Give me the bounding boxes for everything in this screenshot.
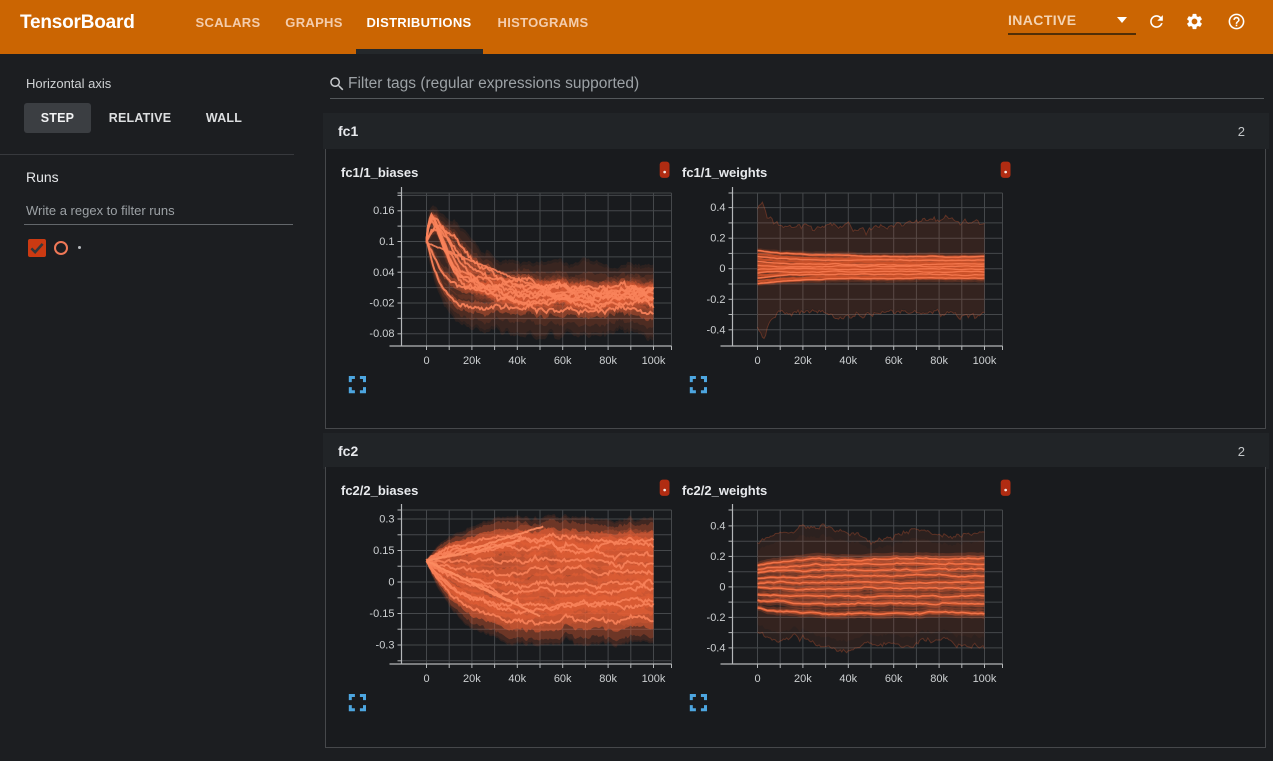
svg-text:fc1/1_weights: fc1/1_weights bbox=[682, 165, 767, 180]
svg-text:40k: 40k bbox=[839, 673, 857, 685]
svg-text:-0.08: -0.08 bbox=[369, 328, 394, 340]
svg-text:-0.2: -0.2 bbox=[707, 294, 726, 306]
svg-text:-0.2: -0.2 bbox=[707, 612, 726, 624]
svg-text:0.1: 0.1 bbox=[379, 236, 394, 248]
svg-text:60k: 60k bbox=[885, 355, 903, 367]
svg-text:60k: 60k bbox=[554, 673, 572, 685]
svg-text:100k: 100k bbox=[642, 673, 666, 685]
svg-text:0.4: 0.4 bbox=[710, 520, 725, 532]
svg-text:80k: 80k bbox=[599, 355, 617, 367]
svg-text:fc2/2_weights: fc2/2_weights bbox=[682, 483, 767, 498]
svg-text:-0.4: -0.4 bbox=[707, 642, 726, 654]
svg-text:100k: 100k bbox=[642, 355, 666, 367]
svg-text:60k: 60k bbox=[554, 355, 572, 367]
svg-text:0.16: 0.16 bbox=[373, 205, 394, 217]
svg-text:0.4: 0.4 bbox=[710, 202, 725, 214]
svg-text:0: 0 bbox=[388, 577, 394, 589]
svg-text:20k: 20k bbox=[794, 355, 812, 367]
svg-text:fc2/2_biases: fc2/2_biases bbox=[341, 483, 418, 498]
svg-text:0: 0 bbox=[423, 673, 429, 685]
svg-text:60k: 60k bbox=[885, 673, 903, 685]
svg-text:20k: 20k bbox=[463, 673, 481, 685]
svg-text:0.2: 0.2 bbox=[710, 233, 725, 245]
svg-text:20k: 20k bbox=[463, 355, 481, 367]
svg-text:fc1/1_biases: fc1/1_biases bbox=[341, 165, 418, 180]
svg-text:0: 0 bbox=[754, 673, 760, 685]
svg-text:-0.3: -0.3 bbox=[376, 640, 395, 652]
svg-text:0: 0 bbox=[719, 581, 725, 593]
svg-text:0: 0 bbox=[423, 355, 429, 367]
svg-text:0.3: 0.3 bbox=[379, 514, 394, 526]
svg-text:0: 0 bbox=[719, 263, 725, 275]
svg-text:0.2: 0.2 bbox=[710, 551, 725, 563]
svg-text:-0.02: -0.02 bbox=[369, 298, 394, 310]
svg-text:100k: 100k bbox=[973, 355, 997, 367]
svg-text:40k: 40k bbox=[839, 355, 857, 367]
svg-text:80k: 80k bbox=[930, 673, 948, 685]
svg-text:40k: 40k bbox=[508, 355, 526, 367]
svg-text:100k: 100k bbox=[973, 673, 997, 685]
svg-text:20k: 20k bbox=[794, 673, 812, 685]
svg-text:-0.4: -0.4 bbox=[707, 324, 726, 336]
svg-text:-0.15: -0.15 bbox=[369, 608, 394, 620]
svg-text:80k: 80k bbox=[930, 355, 948, 367]
svg-text:0.04: 0.04 bbox=[373, 267, 394, 279]
svg-text:0: 0 bbox=[754, 355, 760, 367]
svg-text:40k: 40k bbox=[508, 673, 526, 685]
svg-text:80k: 80k bbox=[599, 673, 617, 685]
svg-text:0.15: 0.15 bbox=[373, 545, 394, 557]
